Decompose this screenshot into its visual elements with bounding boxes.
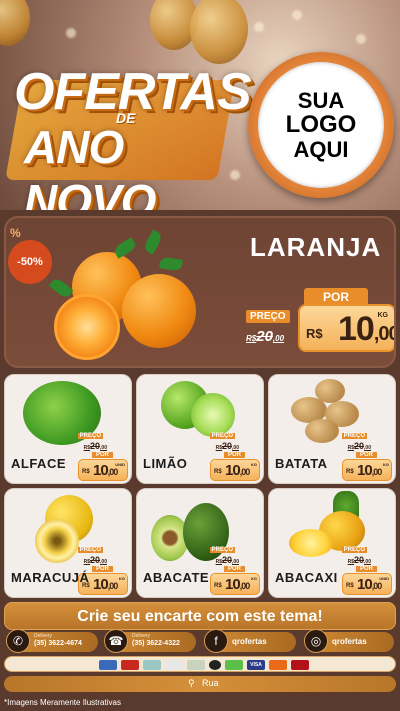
sparkle-decoration (254, 22, 264, 32)
leaf-decoration (159, 256, 183, 272)
old-price-label: PREÇO (77, 433, 103, 439)
dinheiro-icon (143, 660, 161, 670)
contact-label: Delivery (34, 633, 53, 639)
old-price: R$20,00 (347, 555, 371, 565)
new-price-label: POR (223, 452, 245, 458)
logo-circle: SUA LOGO AQUI (258, 62, 384, 188)
sparkle-decoration (356, 34, 366, 44)
leaf-decoration (142, 229, 164, 255)
flyer: OFERTAS DE ANO NOVO SUA LOGO AQUI % -50%… (0, 0, 400, 711)
mastercard-icon (269, 660, 287, 670)
contact-whatsapp[interactable]: ✆ Delivery (35) 3622-4674 (6, 629, 98, 653)
balloon-decoration (190, 0, 248, 64)
instagram-icon: ◎ (304, 629, 328, 653)
contact-text: qrofertas (232, 637, 267, 646)
old-price-label: PREÇO (77, 547, 103, 553)
potato-image (305, 419, 339, 443)
elo-icon (209, 660, 221, 670)
new-price: R$ 10,00 UNID (342, 573, 392, 595)
contact-label: Delivery (132, 633, 151, 639)
featured-product-card[interactable]: % -50% LARANJA PREÇO R$20,00 POR R$ 10,0… (4, 216, 396, 368)
phone-icon: ☎ (104, 629, 128, 653)
old-price-label: PREÇO (209, 547, 235, 553)
balloon-decoration (0, 0, 30, 46)
contact-instagram[interactable]: ◎ qrofertas (304, 629, 394, 653)
product-name: ABACAXI (275, 570, 338, 585)
pix-icon (99, 660, 117, 670)
lime-slice-image (191, 393, 235, 437)
old-price: R$20,00 (347, 441, 371, 451)
passion-fruit-half-image (35, 519, 79, 563)
orange-image (122, 274, 196, 348)
product-card-batata[interactable]: PREÇO R$20,00 POR R$ 10,00 KG BATATA (268, 374, 396, 484)
location-pin-icon: ⚲ (188, 678, 195, 688)
new-price-label: POR (355, 566, 377, 572)
payment-methods-strip: VISA (4, 656, 396, 672)
logo-placeholder[interactable]: SUA LOGO AQUI (248, 52, 394, 198)
cartao-icon (165, 660, 183, 670)
leaf-decoration (48, 276, 74, 300)
whatsapp-icon: ✆ (6, 629, 30, 653)
cta-banner[interactable]: Crie seu encarte com este tema! (4, 602, 396, 630)
old-price: R$20,00 (215, 441, 239, 451)
logo-text-3: AQUI (293, 136, 349, 162)
contact-phone[interactable]: ☎ Delivery (35) 3622-4322 (104, 629, 196, 653)
title-line-2: ANO NOVO (24, 121, 156, 210)
product-card-alface[interactable]: PREÇO R$20,00 POR R$ 10,00 UNID ALFACE (4, 374, 132, 484)
orange-slice-image (54, 294, 120, 360)
product-card-abacate[interactable]: PREÇO R$20,00 POR R$ 10,00 KG ABACATE (136, 488, 264, 598)
title-banner: OFERTAS DE ANO NOVO (5, 62, 252, 210)
featured-product-name: LARANJA (250, 232, 382, 262)
new-price-label: POR (91, 566, 113, 572)
old-price: R$20,00 (83, 555, 107, 565)
old-price: R$20,00 (246, 328, 285, 345)
contact-text: qrofertas (332, 637, 367, 646)
visa-icon: VISA (247, 660, 265, 670)
contact-text: (35) 3622-4674 (34, 640, 82, 647)
old-price-label: PREÇO (341, 547, 367, 553)
old-price-label: PREÇO (209, 433, 235, 439)
logo-text-1: SUA (297, 88, 345, 114)
product-name: MARACUJÁ (11, 570, 90, 585)
new-price: R$ 10,00 KG (342, 459, 392, 481)
sparkle-decoration (66, 28, 76, 38)
contact-text: (35) 3622-4322 (132, 640, 180, 647)
address-bar: ⚲ Rua (4, 676, 396, 692)
hipercard-icon (291, 660, 309, 670)
old-price-label: PREÇO (341, 433, 367, 439)
sparkle-decoration (292, 10, 302, 20)
header-banner: OFERTAS DE ANO NOVO SUA LOGO AQUI (0, 0, 400, 210)
new-price: R$ 10,00 KG (210, 459, 260, 481)
new-price: R$ 10,00 KG (298, 304, 394, 352)
product-name: LIMÃO (143, 456, 188, 471)
new-price-label: POR (223, 566, 245, 572)
new-price-label: POR (355, 452, 377, 458)
leaf-decoration (112, 237, 138, 259)
boleto-icon (121, 660, 139, 670)
address-text: Rua (202, 678, 219, 688)
logo-text-2: LOGO (285, 111, 357, 139)
vale-icon (187, 660, 205, 670)
new-price-label: POR (91, 452, 113, 458)
product-name: ABACATE (143, 570, 210, 585)
new-price: R$ 10,00 KG (210, 573, 260, 595)
product-card-limao[interactable]: PREÇO R$20,00 POR R$ 10,00 KG LIMÃO (136, 374, 264, 484)
product-card-abacaxi[interactable]: PREÇO R$20,00 POR R$ 10,00 UNID ABACAXI (268, 488, 396, 598)
new-price: R$ 10,00 UNID (78, 459, 128, 481)
footnote: *Imagens Meramente Ilustrativas (4, 698, 121, 707)
alelo-icon (225, 660, 243, 670)
product-name: ALFACE (11, 456, 66, 471)
product-name: BATATA (275, 456, 328, 471)
facebook-icon: f (204, 629, 228, 653)
old-price: R$20,00 (215, 555, 239, 565)
pineapple-slice-image (289, 529, 333, 557)
discount-badge: -50% (8, 240, 52, 284)
percent-icon: % (10, 226, 21, 240)
contact-facebook[interactable]: f qrofertas (204, 629, 296, 653)
product-card-maracuja[interactable]: PREÇO R$20,00 POR R$ 10,00 KG MARACUJÁ (4, 488, 132, 598)
old-price-label: PREÇO (246, 310, 290, 323)
old-price: R$20,00 (83, 441, 107, 451)
